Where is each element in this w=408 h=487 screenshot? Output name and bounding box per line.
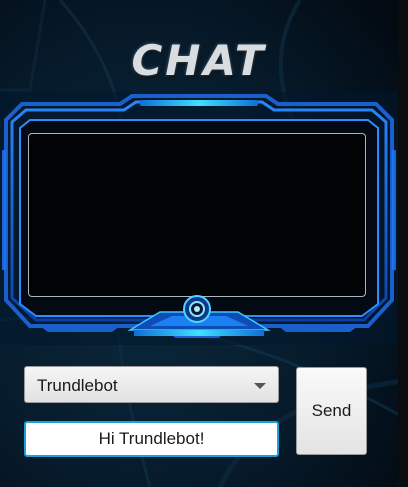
page-title: CHAT	[131, 36, 267, 85]
chat-window: CHAT Trundlebot Send	[0, 0, 408, 487]
bot-select-dropdown[interactable]: Trundlebot	[24, 366, 279, 403]
chevron-down-icon	[254, 383, 266, 389]
circle-emblem-icon	[183, 295, 211, 323]
send-button[interactable]: Send	[296, 367, 367, 455]
bot-select-value: Trundlebot	[37, 376, 118, 395]
chat-message-display[interactable]	[28, 133, 366, 297]
message-input[interactable]	[24, 421, 279, 457]
